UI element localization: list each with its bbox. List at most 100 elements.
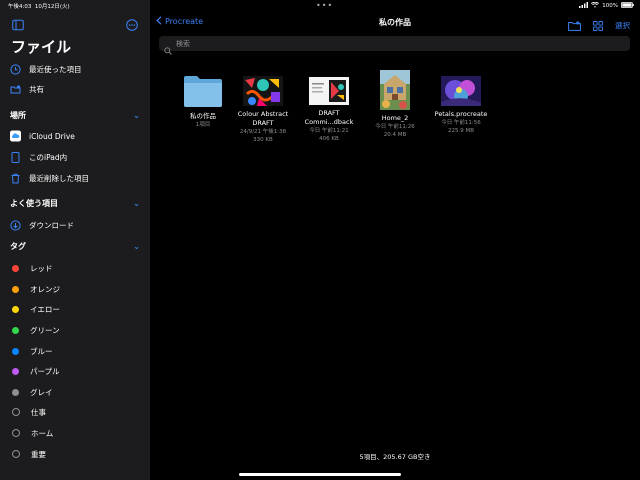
sidebar-item-on-ipad[interactable]: このiPad内 — [10, 149, 67, 165]
sidebar-item-label: 最近削除した項目 — [29, 173, 89, 183]
empty-circle-icon — [12, 408, 20, 416]
more-options-icon[interactable] — [126, 16, 138, 31]
section-tags[interactable]: タグ ⌄ — [10, 241, 140, 252]
sidebar-item-label: ダウンロード — [29, 220, 74, 230]
file-item-draft-commission[interactable]: DRAFT Commi...dback 今日 午前11:21 406 KB — [294, 70, 364, 143]
folder-title: 私の作品 — [379, 18, 411, 27]
file-meta: 今日 午前11:21 — [309, 128, 349, 134]
section-header: 場所 — [10, 111, 26, 120]
search-placeholder: 検索 — [176, 39, 190, 48]
signal-icon — [579, 2, 589, 10]
tag-green[interactable]: グリーン — [10, 322, 60, 338]
storage-summary: 5項目、205.67 GB空き — [359, 453, 431, 461]
artwork-thumbnail — [380, 70, 410, 110]
grid-view-icon[interactable] — [593, 16, 603, 35]
tag-label: ホーム — [31, 428, 54, 438]
sidebar-item-label: iCloud Drive — [29, 131, 75, 141]
red-dot-icon — [12, 264, 19, 272]
sidebar-item-label: 共有 — [29, 84, 44, 94]
status-time-date: 午後4:03 10月12日(火) — [8, 4, 70, 10]
section-header: タグ — [10, 242, 26, 251]
sidebar-item-label: 最近使った項目 — [29, 64, 82, 74]
sidebar-item-label: このiPad内 — [29, 152, 68, 162]
file-name: Colour Abstract DRAFT — [237, 110, 289, 127]
search-icon — [164, 40, 172, 55]
chevron-left-icon — [156, 16, 162, 27]
file-item-colour-abstract[interactable]: Colour Abstract DRAFT 24/9/21 午後1:38 330… — [228, 70, 298, 144]
section-locations[interactable]: 場所 ⌄ — [10, 110, 140, 121]
status-indicators: 100% — [579, 1, 634, 10]
artwork-thumbnail — [309, 77, 349, 105]
tag-label: 重要 — [31, 449, 46, 459]
tag-purple[interactable]: パープル — [10, 363, 60, 379]
tag-red[interactable]: レッド — [10, 260, 53, 276]
tag-label: 仕事 — [31, 407, 46, 417]
file-meta: 今日 午前11:56 — [441, 120, 481, 126]
artwork-thumbnail — [243, 76, 283, 106]
sidebar-item-shared[interactable]: 共有 — [10, 81, 44, 97]
sidebar-item-recently-deleted[interactable]: 最近削除した項目 — [10, 170, 89, 186]
file-name: Petals.procreate — [434, 110, 488, 118]
tag-label: パープル — [30, 366, 60, 376]
sidebar-title: ファイル — [11, 38, 72, 56]
new-folder-icon[interactable] — [568, 16, 581, 35]
search-input[interactable]: 検索 — [159, 36, 630, 55]
file-name: DRAFT Commi...dback — [304, 109, 354, 126]
orange-dot-icon — [12, 285, 19, 293]
tag-label: レッド — [30, 263, 53, 273]
icloud-icon — [10, 130, 21, 142]
tag-work[interactable]: 仕事 — [10, 404, 46, 420]
file-name: Home_2 — [381, 114, 409, 122]
file-item-petals[interactable]: Petals.procreate 今日 午前11:56 225.9 MB — [426, 70, 496, 135]
purple-dot-icon — [12, 367, 19, 375]
file-meta: 今日 午前11:26 — [375, 124, 415, 130]
download-icon — [10, 219, 21, 231]
folder-icon — [183, 74, 223, 108]
sidebar-toggle-icon[interactable] — [12, 16, 24, 31]
sidebar-item-icloud-drive[interactable]: iCloud Drive — [10, 128, 75, 144]
back-button[interactable]: Procreate — [156, 16, 203, 27]
ipad-icon — [10, 151, 21, 163]
tag-label: ブルー — [30, 346, 53, 356]
sidebar: 午後4:03 10月12日(火) ファイル 最近使った項目 共有 場所 ⌄ iC… — [0, 0, 150, 480]
green-dot-icon — [12, 326, 19, 334]
section-favorites[interactable]: よく使う項目 ⌄ — [10, 198, 140, 209]
chevron-down-icon[interactable]: ⌄ — [133, 111, 140, 120]
clock-icon — [10, 63, 21, 75]
empty-circle-icon — [12, 429, 20, 437]
chevron-down-icon[interactable]: ⌄ — [133, 242, 140, 251]
tag-gray[interactable]: グレイ — [10, 384, 53, 400]
file-size: 20.4 MB — [383, 132, 407, 138]
tag-label: グレイ — [30, 387, 53, 397]
trash-icon — [10, 173, 21, 184]
home-indicator[interactable] — [239, 473, 401, 476]
tag-label: イエロー — [30, 304, 60, 314]
tag-important[interactable]: 重要 — [10, 446, 46, 462]
tag-home[interactable]: ホーム — [10, 425, 53, 441]
tag-yellow[interactable]: イエロー — [10, 301, 60, 317]
gray-dot-icon — [12, 388, 19, 396]
blue-dot-icon — [12, 347, 19, 355]
empty-circle-icon — [12, 450, 20, 458]
back-label: Procreate — [165, 17, 204, 26]
file-size: 406 KB — [319, 136, 339, 142]
artwork-thumbnail — [441, 76, 481, 106]
select-button[interactable]: 選択 — [615, 20, 630, 31]
chevron-down-icon[interactable]: ⌄ — [133, 199, 140, 208]
file-meta: 24/9/21 午後1:38 — [239, 129, 287, 135]
file-size: 330 KB — [253, 137, 273, 143]
sidebar-item-recents[interactable]: 最近使った項目 — [10, 61, 82, 77]
battery-icon — [621, 2, 634, 10]
file-item-home-2[interactable]: Home_2 今日 午前11:26 20.4 MB — [360, 70, 430, 139]
yellow-dot-icon — [12, 305, 19, 313]
toolbar: 選択 — [568, 16, 630, 35]
multitasking-dots-icon[interactable]: ••• — [316, 1, 333, 10]
wifi-icon — [591, 1, 600, 10]
sidebar-item-downloads[interactable]: ダウンロード — [10, 217, 74, 233]
shared-folder-icon — [10, 84, 21, 95]
tag-blue[interactable]: ブルー — [10, 343, 53, 359]
tag-orange[interactable]: オレンジ — [10, 281, 60, 297]
battery-percent: 100% — [602, 3, 618, 9]
tag-label: オレンジ — [30, 284, 60, 294]
section-header: よく使う項目 — [10, 199, 58, 208]
